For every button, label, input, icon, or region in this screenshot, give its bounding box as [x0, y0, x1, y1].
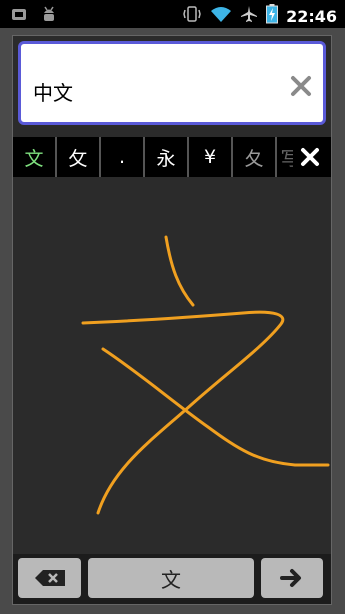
- backspace-button[interactable]: [18, 558, 81, 598]
- handwriting-dialog: 中文 文 攵 . 永 ¥ 夂 写 文: [12, 35, 332, 605]
- handwriting-canvas[interactable]: [13, 177, 331, 553]
- candidate-4[interactable]: 永: [145, 137, 189, 177]
- clock: 22:46: [286, 6, 337, 26]
- input-value: 中文: [33, 81, 73, 105]
- airplane-icon: [240, 5, 258, 27]
- candidate-3[interactable]: .: [101, 137, 145, 177]
- close-candidates-button[interactable]: [293, 137, 327, 177]
- candidate-5[interactable]: ¥: [189, 137, 233, 177]
- candidate-bar: 文 攵 . 永 ¥ 夂 写: [13, 137, 331, 177]
- wifi-icon: [210, 5, 232, 27]
- arrow-right-icon: [280, 569, 301, 587]
- space-button[interactable]: 文: [88, 558, 254, 598]
- candidate-6[interactable]: 夂: [233, 137, 277, 177]
- clear-input-button[interactable]: [289, 74, 313, 98]
- enter-button[interactable]: [261, 558, 323, 598]
- vibrate-icon: [182, 5, 202, 27]
- android-icon: [10, 5, 28, 27]
- backspace-icon: [34, 570, 65, 586]
- candidate-1[interactable]: 文: [13, 137, 57, 177]
- battery-charging-icon: [266, 4, 279, 28]
- android-debug-icon: [40, 5, 58, 27]
- status-bar: 22:46: [0, 0, 345, 28]
- close-icon: [301, 148, 319, 166]
- keyboard-bar: 文: [13, 554, 331, 604]
- text-input-field[interactable]: 中文: [18, 41, 326, 125]
- handwriting-strokes: [81, 235, 330, 515]
- candidate-2[interactable]: 攵: [57, 137, 101, 177]
- close-icon: [291, 76, 311, 96]
